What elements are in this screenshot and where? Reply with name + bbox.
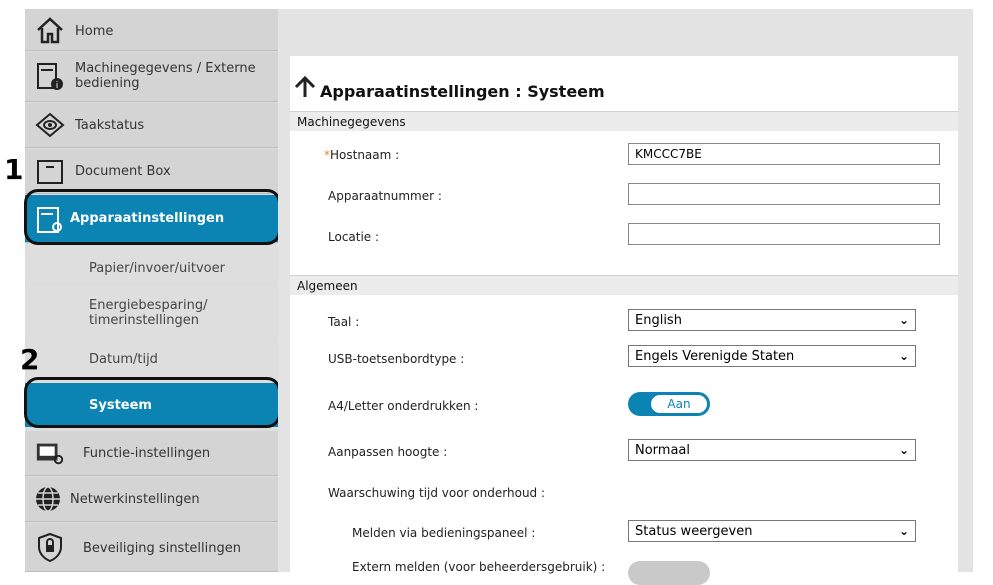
external-notify-toggle[interactable] (628, 561, 710, 585)
hostname-label-text: Hostnaam : (330, 148, 400, 162)
sidebar: Home i Machinegegevens / Externe bedieni… (25, 9, 278, 572)
sidebar-item-label: Taakstatus (75, 118, 145, 133)
page-title: Apparaatinstellingen : Systeem (320, 82, 605, 101)
sidebar-item-label: Document Box (75, 164, 171, 179)
language-value: English (635, 312, 682, 328)
section-machine-info: Machinegegevens (290, 111, 958, 131)
chevron-down-icon: ⌄ (898, 524, 909, 538)
language-select[interactable]: English ⌄ (628, 309, 916, 331)
altitude-value: Normaal (635, 442, 691, 458)
sidebar-item-security-settings[interactable]: Beveiliging sinstellingen (25, 523, 278, 572)
location-input[interactable] (628, 223, 940, 245)
usb-keyboard-select[interactable]: Engels Verenigde Staten ⌄ (628, 345, 916, 367)
sidebar-subitem-datetime[interactable]: Datum/tijd (25, 338, 278, 380)
hostname-input[interactable] (628, 143, 940, 165)
sidebar-item-document-box[interactable]: Document Box (25, 149, 278, 194)
settings-panel: Apparaatinstellingen : Systeem Machinege… (290, 56, 958, 585)
svg-text:i: i (56, 81, 59, 91)
callout-number-2: 2 (20, 343, 40, 376)
location-label: Locatie : (328, 230, 380, 244)
sidebar-item-job-status[interactable]: Taakstatus (25, 103, 278, 148)
home-icon (35, 15, 65, 45)
sidebar-item-network-settings[interactable]: Netwerkinstellingen (25, 477, 278, 522)
shield-icon (35, 532, 65, 562)
a4-letter-label: A4/Letter onderdrukken : (328, 399, 479, 413)
sidebar-item-label: Home (75, 24, 114, 39)
device-number-label: Apparaatnummer : (328, 189, 442, 203)
sidebar-subitem-label: Energiebesparing/ timerinstellingen (89, 298, 208, 328)
sidebar-item-function-settings[interactable]: Functie-instellingen (25, 431, 278, 476)
eye-icon (35, 110, 65, 140)
section-general: Algemeen (290, 275, 958, 295)
sidebar-item-label: Machinegegevens / Externe bediening (75, 61, 256, 91)
sidebar-item-label: Netwerkinstellingen (70, 492, 200, 507)
sidebar-item-home[interactable]: Home (25, 9, 278, 51)
altitude-select[interactable]: Normaal ⌄ (628, 439, 916, 461)
machine-info-icon: i (35, 61, 65, 91)
panel-notify-value: Status weergeven (635, 523, 753, 539)
toggle-knob: Aan (650, 394, 708, 414)
sidebar-subitem-label: Papier/invoer/uitvoer (89, 261, 225, 276)
globe-icon (33, 484, 63, 514)
sidebar-subitem-label: Datum/tijd (89, 352, 158, 367)
document-box-icon (35, 156, 65, 186)
panel-notify-select[interactable]: Status weergeven ⌄ (628, 520, 916, 542)
callout-number-1: 1 (4, 153, 24, 186)
usb-keyboard-label: USB-toetsenbordtype : (328, 352, 465, 366)
chevron-down-icon: ⌄ (898, 349, 909, 363)
sidebar-item-machine-info[interactable]: i Machinegegevens / Externe bediening (25, 52, 278, 102)
sidebar-subitem-label: Systeem (89, 398, 152, 413)
chevron-down-icon: ⌄ (898, 313, 909, 327)
sidebar-subitem-paper[interactable]: Papier/invoer/uitvoer (25, 244, 278, 284)
sidebar-item-device-settings[interactable]: Apparaatinstellingen (25, 195, 278, 243)
maintenance-label: Waarschuwing tijd voor onderhoud : (328, 486, 546, 500)
a4-letter-toggle[interactable]: Aan (628, 392, 710, 416)
sidebar-subitem-system[interactable]: Systeem (25, 383, 278, 427)
device-number-input[interactable] (628, 183, 940, 205)
sidebar-subitem-energy[interactable]: Energiebesparing/ timerinstellingen (25, 285, 278, 337)
function-settings-icon (35, 438, 65, 468)
sidebar-item-label: Beveiliging sinstellingen (83, 541, 241, 556)
hostname-label: *Hostnaam : (324, 148, 399, 162)
altitude-label: Aanpassen hoogte : (328, 445, 448, 459)
sidebar-item-label: Apparaatinstellingen (70, 211, 225, 226)
usb-keyboard-value: Engels Verenigde Staten (635, 348, 795, 364)
device-settings-icon (35, 204, 65, 234)
sidebar-item-label: Functie-instellingen (83, 446, 211, 461)
language-label: Taal : (328, 315, 360, 329)
main-area: Apparaatinstellingen : Systeem Machinege… (278, 9, 973, 585)
arrow-up-icon[interactable] (294, 75, 316, 103)
chevron-down-icon: ⌄ (898, 443, 909, 457)
panel-notify-label: Melden via bedieningspaneel : (352, 526, 536, 540)
